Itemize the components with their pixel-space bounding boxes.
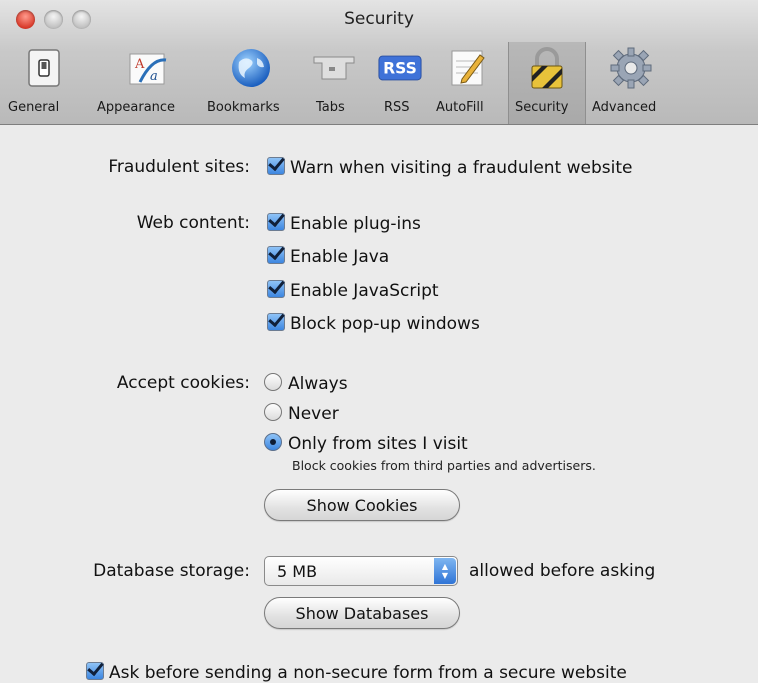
checkbox-checked-icon [267,157,285,175]
rss-icon: RSS [378,46,422,90]
gear-icon [609,46,653,90]
fraudulent-sites-label: Fraudulent sites: [108,157,250,177]
checkbox-checked-icon [267,313,285,331]
tab-tabs[interactable]: Tabs [302,42,366,124]
globe-icon [229,46,273,90]
cookies-always-radio[interactable]: Always [264,373,348,394]
tab-security-label: Security [515,100,569,115]
tab-appearance[interactable]: Aa Appearance [96,42,200,124]
enable-java-label: Enable Java [290,247,390,267]
database-storage-label: Database storage: [93,561,250,581]
warn-fraudulent-label: Warn when visiting a fraudulent website [290,158,633,178]
tab-general[interactable]: General [8,42,76,124]
select-stepper-arrows-icon: ▲ ▼ [434,558,456,584]
cookies-always-label: Always [288,374,348,394]
radio-off-icon [264,373,282,391]
cookies-only-visited-radio[interactable]: Only from sites I visit [264,433,468,454]
block-popups-label: Block pop-up windows [290,314,480,334]
enable-java-checkbox[interactable]: Enable Java [267,246,389,267]
cookies-only-visited-label: Only from sites I visit [288,434,468,454]
appearance-font-icon: Aa [126,46,170,90]
show-cookies-button[interactable]: Show Cookies [264,489,460,521]
web-content-label: Web content: [136,213,250,233]
database-storage-value: 5 MB [277,561,318,581]
radio-on-icon [264,433,282,451]
svg-text:a: a [150,69,158,84]
tab-bookmarks-label: Bookmarks [207,100,280,115]
preferences-toolbar: General Aa Appearance Bookmarks Tabs RSS… [0,42,700,124]
checkbox-checked-icon [267,213,285,231]
block-popups-checkbox[interactable]: Block pop-up windows [267,313,480,334]
enable-plugins-label: Enable plug-ins [290,214,421,234]
enable-javascript-label: Enable JavaScript [290,281,439,301]
tab-autofill[interactable]: AutoFill [434,42,502,124]
checkbox-checked-icon [267,280,285,298]
tabs-icon [312,46,356,90]
tab-tabs-label: Tabs [316,100,345,115]
cookies-never-radio[interactable]: Never [264,403,339,424]
tab-advanced[interactable]: Advanced [586,42,676,124]
general-switch-icon [22,46,66,90]
enable-plugins-checkbox[interactable]: Enable plug-ins [267,213,421,234]
cookies-never-label: Never [288,404,339,424]
title-bar: Security General Aa Appearance Bookmarks… [0,0,758,125]
enable-javascript-checkbox[interactable]: Enable JavaScript [267,280,439,301]
checkbox-checked-icon [86,662,104,680]
checkbox-checked-icon [267,246,285,264]
tab-advanced-label: Advanced [592,100,657,115]
tab-general-label: General [8,100,60,115]
tab-bookmarks[interactable]: Bookmarks [204,42,298,124]
cookies-note: Block cookies from third parties and adv… [292,458,596,473]
svg-text:RSS: RSS [383,60,417,78]
ask-nonsecure-form-checkbox[interactable]: Ask before sending a non-secure form fro… [86,662,627,683]
padlock-icon [525,46,569,90]
ask-nonsecure-form-label: Ask before sending a non-secure form fro… [109,663,627,683]
tab-appearance-label: Appearance [97,100,176,115]
show-databases-button[interactable]: Show Databases [264,597,460,629]
tab-security[interactable]: Security [508,42,586,124]
tab-rss[interactable]: RSS RSS [370,42,430,124]
window-title: Security [344,9,414,29]
autofill-pencil-icon [446,46,490,90]
accept-cookies-label: Accept cookies: [116,373,250,393]
database-storage-suffix: allowed before asking [469,561,656,581]
radio-off-icon [264,403,282,421]
database-storage-select[interactable]: 5 MB ▲ ▼ [264,556,458,586]
svg-text:A: A [134,57,145,72]
security-preferences-window: Security General Aa Appearance Bookmarks… [0,0,758,683]
tab-autofill-label: AutoFill [436,100,484,115]
warn-fraudulent-checkbox[interactable]: Warn when visiting a fraudulent website [267,157,632,178]
tab-rss-label: RSS [384,100,410,115]
